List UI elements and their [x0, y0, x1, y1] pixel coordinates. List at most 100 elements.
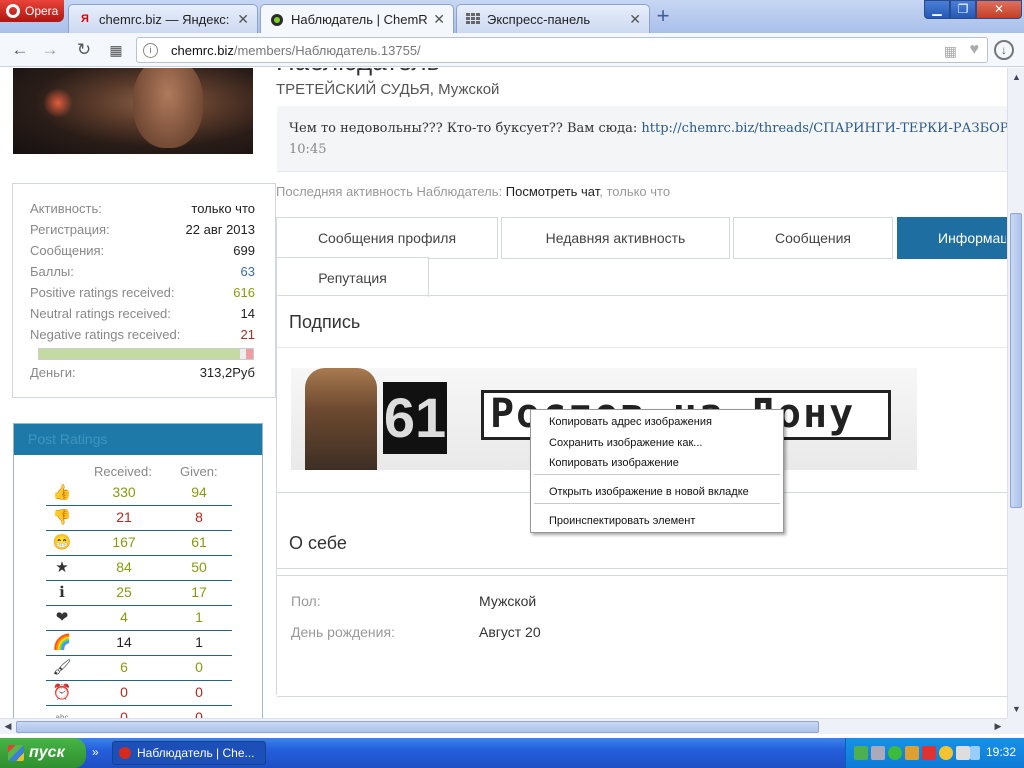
smile-icon[interactable]: 😁: [52, 534, 72, 552]
about-fields: Пол: Мужской День рождения: Август 20: [277, 575, 1007, 697]
forward-arrow-icon[interactable]: →: [40, 40, 60, 60]
menu-item-copy-image[interactable]: Копировать изображение: [549, 457, 679, 469]
heart-bookmark-icon[interactable]: ♥: [970, 41, 980, 59]
opera-menu-button[interactable]: Opera: [0, 0, 64, 22]
received-count[interactable]: 6: [94, 659, 154, 675]
given-count[interactable]: 0: [174, 684, 224, 700]
site-info-icon[interactable]: i: [143, 43, 158, 58]
device-icon[interactable]: [871, 746, 885, 760]
network-icon[interactable]: [854, 746, 868, 760]
downloads-icon[interactable]: ↓: [994, 40, 1014, 60]
status-message: Чем то недовольны??? Кто-то буксует?? Ва…: [289, 121, 1007, 136]
menu-item-inspect-element[interactable]: Проинспектировать элемент: [549, 515, 695, 527]
stat-value[interactable]: 63: [241, 264, 255, 279]
tab-reputation[interactable]: Репутация: [276, 257, 429, 297]
horizontal-scrollbar[interactable]: ◀ ▶: [0, 718, 1007, 734]
received-count[interactable]: 21: [94, 509, 154, 525]
stat-positive-ratings: Positive ratings received: 616: [30, 285, 255, 305]
tab-yandex[interactable]: Я chemrc.biz — Яндекс: на ✕: [68, 4, 258, 33]
received-count[interactable]: 25: [94, 584, 154, 600]
tab-close-icon[interactable]: ✕: [629, 11, 641, 28]
stash-grid-icon[interactable]: ▦: [944, 43, 957, 60]
speed-dial-grid-icon[interactable]: ▦: [106, 40, 126, 60]
given-count[interactable]: 94: [174, 484, 224, 500]
received-count[interactable]: 330: [94, 484, 154, 500]
given-count[interactable]: 0: [174, 659, 224, 675]
antivirus-icon[interactable]: [922, 746, 936, 760]
vertical-scrollbar[interactable]: ▲ ▼: [1007, 68, 1024, 718]
stat-label: Neutral ratings received:: [30, 306, 171, 321]
menu-item-save-image-as[interactable]: Сохранить изображение как...: [549, 437, 702, 449]
window-maximize-button[interactable]: ❐: [950, 0, 976, 19]
given-count[interactable]: 1: [174, 634, 224, 650]
given-count[interactable]: 1: [174, 609, 224, 625]
window-minimize-button[interactable]: ▁: [924, 0, 950, 19]
quick-launch-icon[interactable]: »: [92, 745, 99, 759]
rainbow-icon[interactable]: 🌈: [52, 634, 72, 652]
new-tab-button[interactable]: +: [652, 5, 674, 28]
window-close-button[interactable]: ✕: [976, 0, 1022, 19]
info-icon[interactable]: ℹ: [52, 584, 72, 602]
medal-icon[interactable]: ★: [52, 559, 72, 577]
received-count[interactable]: 14: [94, 634, 154, 650]
stat-messages: Сообщения: 699: [30, 243, 255, 263]
scroll-right-icon[interactable]: ▶: [991, 720, 1005, 733]
security-icon[interactable]: [888, 746, 902, 760]
received-count[interactable]: 167: [94, 534, 154, 550]
horizontal-scroll-thumb[interactable]: [16, 721, 819, 733]
tab-recent-activity[interactable]: Недавняя активность: [501, 217, 730, 259]
tab-speed-dial[interactable]: Экспресс-панель ✕: [456, 4, 650, 33]
tab-close-icon[interactable]: ✕: [433, 11, 445, 28]
tab-postings[interactable]: Сообщения: [733, 217, 893, 259]
stat-value: только что: [191, 201, 255, 216]
tab-profile-posts[interactable]: Сообщения профиля: [276, 217, 498, 259]
thumbs-up-icon[interactable]: 👍: [52, 484, 72, 502]
received-column-header: Received:: [94, 464, 152, 479]
alarm-icon[interactable]: ⏰: [52, 684, 72, 702]
view-chat-link[interactable]: Посмотреть чат: [506, 184, 600, 199]
banner-figure: [305, 368, 377, 470]
tab-information[interactable]: Информация: [897, 217, 1007, 259]
address-url[interactable]: chemrc.biz/members/Наблюдатель.13755/: [171, 43, 421, 58]
brush-icon[interactable]: 🖌: [52, 659, 72, 677]
messenger-icon[interactable]: [939, 746, 953, 760]
stat-value[interactable]: 699: [233, 243, 255, 258]
browser-titlebar: Opera Я chemrc.biz — Яндекс: на ✕ Наблюд…: [0, 0, 1024, 34]
status-link[interactable]: http://chemrc.biz/threads/СПАРИНГИ-ТЕРКИ…: [641, 121, 1007, 136]
reload-icon[interactable]: ↻: [74, 40, 94, 60]
scroll-down-icon[interactable]: ▼: [1010, 702, 1023, 716]
given-count[interactable]: 50: [174, 559, 224, 575]
avatar[interactable]: [13, 68, 253, 154]
received-count[interactable]: 0: [94, 684, 154, 700]
back-arrow-icon[interactable]: ←: [10, 40, 30, 60]
tab-close-icon[interactable]: ✕: [237, 11, 249, 28]
stat-neutral-ratings: Neutral ratings received: 14: [30, 306, 255, 326]
abc-icon[interactable]: abc: [52, 709, 72, 718]
update-icon[interactable]: [905, 746, 919, 760]
given-count[interactable]: 17: [174, 584, 224, 600]
scroll-up-icon[interactable]: ▲: [1010, 70, 1023, 84]
received-count[interactable]: 4: [94, 609, 154, 625]
menu-item-copy-image-address[interactable]: Копировать адрес изображения: [549, 416, 712, 428]
thumbs-down-icon[interactable]: 👎: [52, 509, 72, 527]
vertical-scroll-thumb[interactable]: [1010, 213, 1022, 508]
given-count[interactable]: 0: [174, 709, 224, 718]
stat-value: 14: [240, 306, 255, 321]
received-count[interactable]: 0: [94, 709, 154, 718]
given-count[interactable]: 8: [174, 509, 224, 525]
yandex-icon: Я: [81, 13, 89, 25]
heart-icon[interactable]: ❤: [52, 609, 72, 627]
given-count[interactable]: 61: [174, 534, 224, 550]
scroll-left-icon[interactable]: ◀: [1, 720, 15, 733]
start-button[interactable]: пуск: [0, 738, 86, 768]
taskbar-opera-window[interactable]: Наблюдатель | Che...: [112, 741, 266, 765]
menu-item-open-image-new-tab[interactable]: Открыть изображение в новой вкладке: [549, 486, 749, 498]
rating-row: 👍 330 94: [46, 481, 232, 506]
tab-profile[interactable]: Наблюдатель | ChemRc.b ✕: [260, 4, 454, 34]
received-count[interactable]: 84: [94, 559, 154, 575]
volume-icon[interactable]: [956, 746, 970, 760]
language-icon[interactable]: [970, 746, 980, 760]
status-time[interactable]: 10:45: [289, 142, 326, 157]
stat-label: Баллы:: [30, 264, 74, 279]
address-bar[interactable]: i chemrc.biz/members/Наблюдатель.13755/ …: [136, 37, 988, 63]
